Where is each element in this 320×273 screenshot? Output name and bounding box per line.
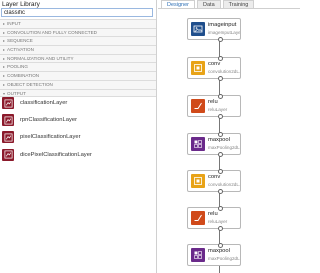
- output-layer-icon: [2, 114, 14, 127]
- node-type: relu: [208, 99, 218, 105]
- convolution-icon: [191, 174, 205, 188]
- input-port[interactable]: [218, 55, 223, 61]
- layer-node-conv[interactable]: conv convolution2dL...: [187, 55, 241, 81]
- output-port[interactable]: [218, 188, 223, 194]
- search-results-list: classificationLayer rpnClassificationLay…: [2, 96, 156, 165]
- output-port[interactable]: [218, 225, 223, 231]
- layer-node-relu[interactable]: relu reluLayer: [187, 93, 241, 119]
- expand-arrow-icon: ▸: [3, 81, 6, 87]
- node-type: imageinput: [208, 22, 237, 28]
- node-name: maxPooling2dL...: [208, 256, 240, 261]
- layer-library-panel: Layer Library ▸INPUT ▸CONVOLUTION AND FU…: [0, 0, 157, 273]
- input-port[interactable]: [218, 205, 223, 211]
- output-layer-icon: [2, 97, 14, 109]
- output-layer-icon: [2, 148, 14, 161]
- node-name: reluLayer: [208, 107, 228, 112]
- category-normalization[interactable]: ▸ NORMALIZATION AND UTILITY: [0, 53, 156, 63]
- pooling-icon: [191, 137, 205, 151]
- layer-result-label: pixelClassificationLayer: [20, 134, 81, 141]
- category-combination[interactable]: ▸ COMBINATION: [0, 71, 156, 80]
- layer-node-conv[interactable]: conv convolution2dL...: [187, 168, 241, 194]
- layer-search-input[interactable]: [1, 8, 153, 17]
- expand-arrow-icon: ▸: [3, 29, 6, 35]
- category-activation[interactable]: ▸ ACTIVATION: [0, 45, 156, 54]
- node-name: convolution2dL...: [208, 182, 240, 187]
- expand-arrow-icon: ▸: [3, 21, 6, 26]
- category-pooling[interactable]: ▸ POOLING: [0, 62, 156, 72]
- output-layer-icon: [2, 131, 14, 144]
- expand-arrow-icon: ▸: [3, 55, 6, 61]
- input-port[interactable]: [218, 131, 223, 137]
- layer-result-item[interactable]: dicePixelClassificationLayer: [2, 148, 156, 162]
- category-convolution[interactable]: ▸ CONVOLUTION AND FULLY CONNECTED: [0, 27, 156, 37]
- layer-result-item[interactable]: pixelClassificationLayer: [2, 130, 156, 144]
- expand-arrow-icon: ▸: [3, 38, 6, 44]
- output-port[interactable]: [218, 113, 223, 119]
- image-input-icon: [191, 22, 205, 36]
- node-type: relu: [208, 211, 218, 217]
- pooling-icon: [191, 248, 205, 262]
- layer-node-imageinput[interactable]: imageinput imageInputLayer: [187, 18, 241, 42]
- category-sequence[interactable]: ▸ SEQUENCE: [0, 36, 156, 46]
- node-type: conv: [208, 174, 221, 180]
- layer-node-relu[interactable]: relu reluLayer: [187, 205, 241, 231]
- layer-result-item[interactable]: classificationLayer: [2, 96, 156, 110]
- layer-result-label: dicePixelClassificationLayer: [20, 151, 92, 158]
- layer-library-title: Layer Library: [2, 1, 40, 8]
- relu-icon: [191, 99, 205, 113]
- node-type: maxpool: [208, 248, 230, 254]
- node-type: maxpool: [208, 137, 230, 143]
- expand-arrow-icon: ▸: [3, 47, 6, 53]
- convolution-icon: [191, 61, 205, 75]
- node-name: reluLayer: [208, 219, 228, 224]
- output-port[interactable]: [218, 151, 223, 157]
- layer-result-item[interactable]: rpnClassificationLayer: [2, 113, 156, 127]
- expand-arrow-icon: ▸: [3, 73, 6, 79]
- layer-node-maxpool[interactable]: maxpool maxPooling2dL...: [187, 242, 241, 266]
- node-name: convolution2dL...: [208, 69, 240, 74]
- node-name: imageInputLayer: [208, 30, 240, 35]
- layer-result-label: rpnClassificationLayer: [20, 117, 78, 124]
- relu-icon: [191, 211, 205, 225]
- node-name: maxPooling2dL...: [208, 145, 240, 150]
- input-port[interactable]: [218, 242, 223, 248]
- output-port[interactable]: [218, 36, 223, 42]
- output-port[interactable]: [218, 75, 223, 81]
- layer-node-maxpool[interactable]: maxpool maxPooling2dL...: [187, 131, 241, 157]
- input-port[interactable]: [218, 93, 223, 99]
- input-port[interactable]: [218, 168, 223, 174]
- node-type: conv: [208, 61, 221, 67]
- category-list: ▸ INPUT ▸ CONVOLUTION AND FULLY CONNECTED …: [0, 19, 156, 98]
- expand-arrow-icon: ▸: [3, 64, 6, 70]
- category-input[interactable]: ▸ INPUT: [0, 19, 156, 28]
- category-object-detection[interactable]: ▸ OBJECT DETECTION: [0, 79, 156, 89]
- layer-result-label: classificationLayer: [20, 100, 68, 106]
